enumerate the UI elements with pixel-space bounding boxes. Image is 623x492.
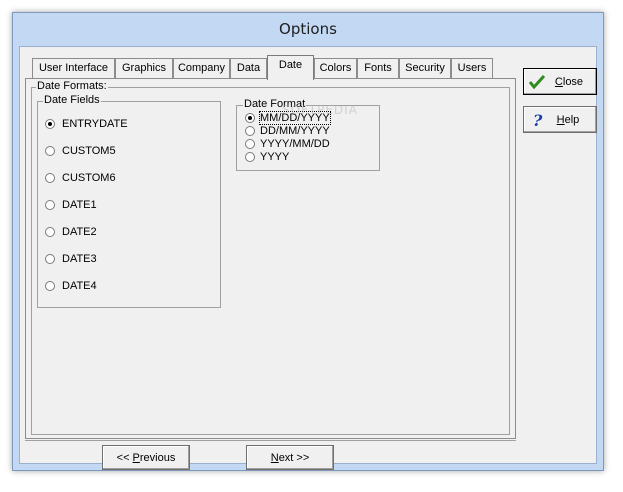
- options-dialog: Options User Interface Graphics Company …: [12, 12, 604, 471]
- date-field-option-label: CUSTOM6: [62, 172, 116, 184]
- radio-indicator: [245, 152, 255, 162]
- date-format-ddmmyyyy-radio[interactable]: DD/MM/YYYY: [245, 125, 330, 137]
- previous-button[interactable]: << Previous: [102, 445, 190, 470]
- bottom-separator: [25, 440, 516, 441]
- radio-indicator: [45, 146, 55, 156]
- date-field-option-label: DATE2: [62, 226, 97, 238]
- date-format-option-label: YYYY: [260, 151, 290, 163]
- watermark-text: SOFTPEDIA: [282, 103, 358, 117]
- date-field-option-label: DATE3: [62, 253, 97, 265]
- date-field-option-label: DATE1: [62, 199, 97, 211]
- radio-selected-indicator: [45, 119, 55, 129]
- date-formats-group: Date Formats: Date Fields ENTRYDATE CUST…: [31, 80, 510, 435]
- tab-users[interactable]: Users: [451, 58, 493, 79]
- next-button[interactable]: Next >>: [246, 445, 334, 470]
- date-format-yyyy-radio[interactable]: YYYY: [245, 151, 289, 163]
- date-field-custom6-radio[interactable]: CUSTOM6: [45, 172, 116, 184]
- date-field-option-label: DATE4: [62, 280, 97, 292]
- date-field-date4-radio[interactable]: DATE4: [45, 280, 97, 292]
- date-field-date3-radio[interactable]: DATE3: [45, 253, 97, 265]
- radio-indicator: [45, 254, 55, 264]
- previous-button-label: << Previous: [116, 451, 176, 464]
- date-fields-label: Date Fields: [43, 94, 101, 106]
- tab-graphics[interactable]: Graphics: [115, 58, 173, 79]
- next-button-label: Next >>: [270, 451, 310, 464]
- dialog-client-area: User Interface Graphics Company Data Dat…: [19, 46, 597, 470]
- question-mark-icon: ?: [533, 112, 543, 128]
- tab-company[interactable]: Company: [173, 58, 230, 79]
- date-tab-panel: Date Formats: Date Fields ENTRYDATE CUST…: [25, 78, 516, 439]
- close-button-label: Close: [554, 75, 584, 88]
- date-format-yyyymmdd-radio[interactable]: YYYY/MM/DD: [245, 138, 330, 150]
- radio-indicator: [45, 227, 55, 237]
- help-button-label: Help: [556, 113, 580, 126]
- date-formats-label: Date Formats:: [36, 80, 108, 92]
- date-field-entrydate-radio[interactable]: ENTRYDATE: [45, 118, 128, 130]
- radio-indicator: [245, 139, 255, 149]
- date-field-date1-radio[interactable]: DATE1: [45, 199, 97, 211]
- radio-selected-indicator: [245, 113, 255, 123]
- date-format-option-label: DD/MM/YYYY: [260, 125, 330, 137]
- window-title: Options: [279, 20, 337, 38]
- date-field-option-label: ENTRYDATE: [62, 118, 128, 130]
- checkmark-icon: [529, 75, 545, 89]
- date-field-option-label: CUSTOM5: [62, 145, 116, 157]
- help-button[interactable]: ? Help: [523, 106, 597, 133]
- tab-user-interface[interactable]: User Interface: [32, 58, 115, 79]
- radio-indicator: [45, 173, 55, 183]
- radio-indicator: [245, 126, 255, 136]
- radio-indicator: [45, 281, 55, 291]
- radio-indicator: [45, 200, 55, 210]
- date-fields-group: Date Fields ENTRYDATE CUSTOM5 CUSTOM6 DA…: [37, 94, 221, 308]
- tab-fonts[interactable]: Fonts: [357, 58, 399, 79]
- tab-colors[interactable]: Colors: [314, 58, 357, 79]
- svg-text:?: ?: [533, 112, 543, 128]
- tab-data[interactable]: Data: [230, 58, 267, 79]
- date-format-option-label: YYYY/MM/DD: [260, 138, 330, 150]
- date-field-custom5-radio[interactable]: CUSTOM5: [45, 145, 116, 157]
- close-button[interactable]: Close: [523, 68, 597, 95]
- date-field-date2-radio[interactable]: DATE2: [45, 226, 97, 238]
- tab-date[interactable]: Date: [267, 55, 314, 80]
- tab-security[interactable]: Security: [399, 58, 451, 79]
